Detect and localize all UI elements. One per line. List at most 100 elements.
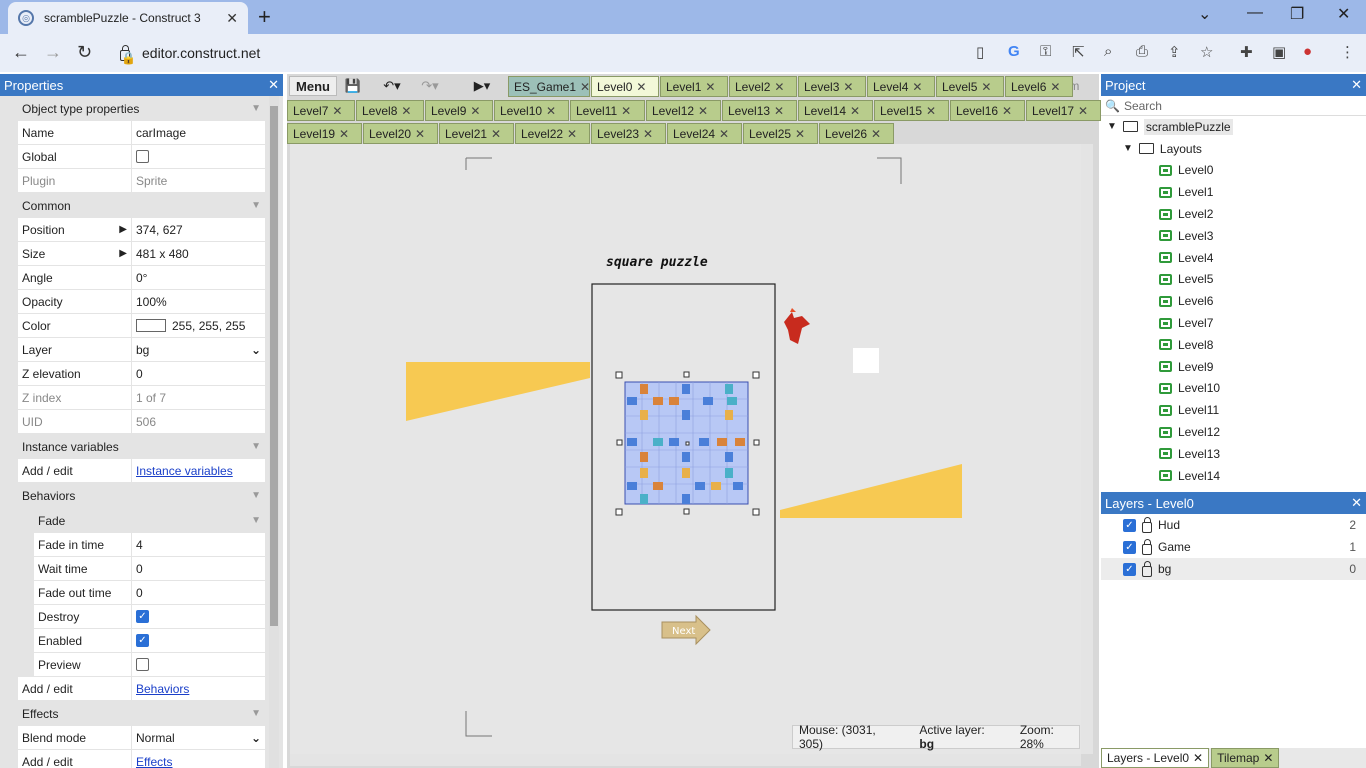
tab-close-icon[interactable]: ✕ (580, 80, 590, 94)
property-value[interactable]: 0 (132, 367, 265, 381)
property-section[interactable]: Object type properties ▼ (18, 96, 265, 121)
visibility-checkbox[interactable]: ✓ (1123, 518, 1136, 532)
reload-icon[interactable]: ↻ (77, 42, 92, 63)
collapse-icon[interactable]: ▼ (251, 200, 261, 211)
tree-layout-item[interactable]: Level0 (1101, 160, 1366, 182)
checkbox[interactable] (136, 150, 149, 163)
canvas-hscroll[interactable] (290, 754, 1081, 766)
tree-layout-item[interactable]: Level1 (1101, 181, 1366, 203)
properties-scrollbar[interactable] (269, 96, 279, 768)
layout-tab[interactable]: Level10 ✕ (494, 100, 569, 121)
tab-close-icon[interactable]: ✕ (1050, 80, 1060, 94)
layer-row[interactable]: ✓ Hud 2 (1101, 514, 1366, 536)
zoom-icon[interactable]: ⌕ (1104, 43, 1112, 60)
tree-layout-item[interactable]: Level14 (1101, 465, 1366, 487)
tab-close-icon[interactable]: ✕ (1078, 104, 1088, 118)
tab-close-icon[interactable]: ✕ (415, 127, 425, 141)
visibility-checkbox[interactable]: ✓ (1123, 540, 1136, 554)
tab-close-icon[interactable]: ✕ (774, 104, 784, 118)
preview-play-icon[interactable]: ▶▾ (467, 76, 497, 96)
layer-row[interactable]: ✓ Game 1 (1101, 536, 1366, 558)
layout-tab[interactable]: Level16 ✕ (950, 100, 1025, 121)
collapse-icon[interactable]: ▼ (1107, 121, 1117, 132)
property-value[interactable]: bg ⌄ (132, 343, 265, 357)
tab-close-icon[interactable]: ✕ (332, 104, 342, 118)
collapse-icon[interactable]: ▼ (251, 515, 261, 526)
tree-layout-item[interactable]: Level4 (1101, 247, 1366, 269)
property-value[interactable]: Normal ⌄ (132, 731, 265, 745)
back-icon[interactable]: ← (12, 42, 30, 63)
layout-tab[interactable]: Level5 ✕ (936, 76, 1004, 97)
sidepanel-icon[interactable]: ▣ (1272, 43, 1286, 61)
open-external-icon[interactable]: ⇱ (1072, 43, 1085, 61)
tab-close-icon[interactable]: ✕ (1193, 751, 1203, 765)
tab-close-icon[interactable]: ✕ (698, 104, 708, 118)
google-icon[interactable]: G (1008, 43, 1020, 60)
lock-icon[interactable] (1142, 538, 1152, 555)
tab-close-icon[interactable]: ✕ (774, 80, 784, 94)
layout-tab[interactable]: Level14 ✕ (798, 100, 873, 121)
tree-layout-item[interactable]: Level6 (1101, 290, 1366, 312)
layout-tab[interactable]: Level22 ✕ (515, 123, 590, 144)
property-value[interactable]: ✓ (132, 634, 265, 647)
redo-icon[interactable]: ↷▾ (415, 76, 445, 96)
tab-close-icon[interactable]: ✕ (636, 80, 646, 94)
close-icon[interactable]: ✕ (1351, 495, 1362, 511)
layout-tab[interactable]: Level0 ✕ (591, 76, 659, 97)
tree-layout-item[interactable]: Level3 (1101, 225, 1366, 247)
checkbox[interactable]: ✓ (136, 634, 149, 647)
layout-tab[interactable]: Level6 ✕ (1005, 76, 1073, 97)
property-section[interactable]: Effects ▼ (18, 701, 265, 726)
tab-close-icon[interactable]: ✕ (621, 104, 631, 118)
dropdown-chevron-icon[interactable]: ⌄ (251, 343, 261, 357)
property-value[interactable] (132, 658, 265, 671)
layout-tab[interactable]: Level2 ✕ (729, 76, 797, 97)
layout-tab[interactable]: Level17 ✕ (1026, 100, 1101, 121)
dropdown-chevron-icon[interactable]: ⌄ (251, 731, 261, 745)
visibility-checkbox[interactable]: ✓ (1123, 562, 1136, 576)
layout-tab[interactable]: Level15 ✕ (874, 100, 949, 121)
property-value[interactable]: Instance variables (132, 464, 265, 478)
share-icon[interactable]: ⇪ (1168, 43, 1181, 61)
tab-close-icon[interactable]: ✕ (401, 104, 411, 118)
share-page-icon[interactable]: ▯ (976, 43, 984, 61)
property-section[interactable]: Instance variables ▼ (18, 434, 265, 459)
collapse-icon[interactable]: ▼ (1123, 143, 1133, 154)
layout-tab[interactable]: Level8 ✕ (356, 100, 424, 121)
property-value[interactable]: 374, 627 (132, 223, 265, 237)
layout-tab[interactable]: Level13 ✕ (722, 100, 797, 121)
tab-close-icon[interactable]: ✕ (871, 127, 881, 141)
restore-icon[interactable]: ❐ (1290, 4, 1304, 24)
tab-close-icon[interactable]: ✕ (546, 104, 556, 118)
property-value[interactable]: 4 (132, 538, 265, 552)
panel-tab[interactable]: Layers - Level0 ✕ (1101, 748, 1210, 768)
project-search-input[interactable]: 🔍 Search (1101, 96, 1366, 116)
layout-tab[interactable]: Level20 ✕ (363, 123, 438, 144)
page-icon[interactable]: ⎙ (1136, 43, 1148, 60)
tree-folder-layouts[interactable]: ▼ Layouts (1101, 138, 1366, 160)
property-value[interactable]: 0 (132, 562, 265, 576)
tree-layout-item[interactable]: Level5 (1101, 269, 1366, 291)
tab-close-icon[interactable]: ✕ (850, 104, 860, 118)
tab-close-icon[interactable]: ✕ (567, 127, 577, 141)
expand-icon[interactable]: ▶ (119, 248, 127, 259)
layout-tab[interactable]: Level4 ✕ (867, 76, 935, 97)
tree-layout-item[interactable]: Level12 (1101, 421, 1366, 443)
tree-layout-item[interactable]: Level7 (1101, 312, 1366, 334)
tab-close-icon[interactable]: ✕ (1263, 751, 1273, 765)
layout-tab[interactable]: Level1 ✕ (660, 76, 728, 97)
menu-button[interactable]: Menu (289, 76, 337, 96)
tab-close-icon[interactable]: ✕ (926, 104, 936, 118)
tree-layout-item[interactable]: Level11 (1101, 399, 1366, 421)
collapse-icon[interactable]: ▼ (251, 103, 261, 114)
tab-search-chevron-icon[interactable]: ⌄ (1198, 4, 1211, 24)
panel-tab[interactable]: Tilemap ✕ (1211, 748, 1280, 768)
edit-link[interactable]: Behaviors (136, 682, 189, 696)
window-close-icon[interactable]: ✕ (1337, 4, 1350, 24)
collapse-icon[interactable]: ▼ (251, 441, 261, 452)
profile-avatar[interactable]: ● (1303, 43, 1312, 60)
layer-row[interactable]: ✓ bg 0 (1101, 558, 1366, 580)
url-field[interactable]: 🔒 editor.construct.net (108, 39, 1228, 67)
property-value[interactable]: carImage (132, 126, 265, 140)
edit-link[interactable]: Effects (136, 755, 172, 768)
